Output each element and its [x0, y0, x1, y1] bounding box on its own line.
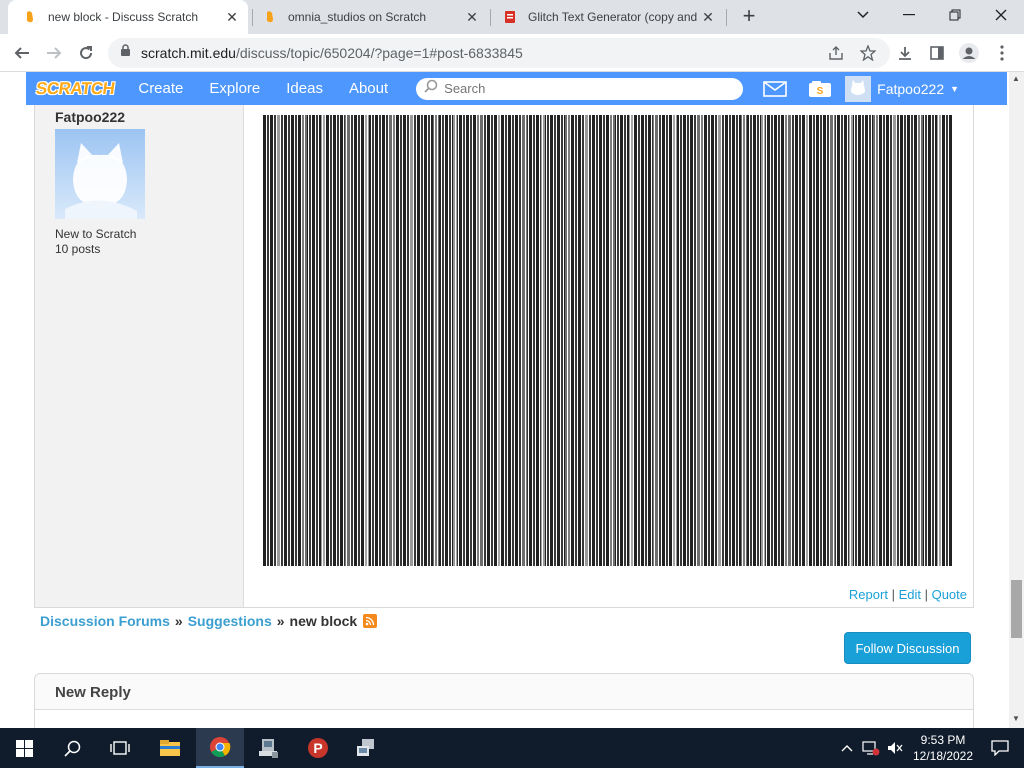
side-panel-icon[interactable]: [925, 41, 949, 65]
reply-editor-area[interactable]: [35, 709, 973, 728]
document-favicon-icon: [502, 9, 518, 25]
restore-button[interactable]: [932, 0, 978, 30]
chrome-icon[interactable]: [196, 728, 244, 768]
tab-search-chevron-icon[interactable]: [840, 0, 886, 30]
tab-close-icon[interactable]: ✕: [224, 9, 240, 26]
user-avatar: [845, 75, 872, 102]
nav-about[interactable]: About: [345, 80, 392, 97]
search-icon[interactable]: [48, 728, 96, 768]
browser-tab-bar: new block - Discuss Scratch ✕ omnia_stud…: [0, 0, 1024, 34]
search-box[interactable]: [416, 77, 744, 100]
messages-envelope-icon[interactable]: [763, 80, 787, 97]
breadcrumb-forums[interactable]: Discussion Forums: [40, 613, 170, 629]
tab-label: Glitch Text Generator (copy and p: [528, 10, 700, 24]
user-dropdown-caret-icon: ▼: [950, 83, 960, 94]
profile-avatar-icon[interactable]: [957, 41, 981, 65]
glitch-text-content: [263, 115, 953, 566]
browser-toolbar: scratch.mit.edu/discuss/topic/650204/?pa…: [0, 34, 1024, 72]
search-input[interactable]: [444, 81, 715, 96]
windows-taskbar: P 9:53 PM 12/18/2022: [0, 728, 1024, 768]
breadcrumb-separator: »: [174, 613, 183, 629]
page-scrollbar[interactable]: ▲ ▼: [1009, 72, 1024, 728]
svg-text:S: S: [817, 86, 824, 97]
quote-link[interactable]: Quote: [932, 587, 967, 602]
breadcrumb-suggestions[interactable]: Suggestions: [188, 613, 272, 629]
tab-close-icon[interactable]: ✕: [464, 9, 480, 26]
new-reply-box: New Reply: [34, 673, 974, 728]
nav-ideas[interactable]: Ideas: [282, 80, 327, 97]
minimize-button[interactable]: [886, 0, 932, 30]
bookmark-star-icon[interactable]: [859, 44, 877, 66]
breadcrumb-topic: new block: [289, 613, 358, 629]
forum-post: Fatpoo222 New to Scratch 10 posts Report…: [34, 105, 974, 608]
post-actions: Report | Edit | Quote: [848, 587, 967, 602]
notifications-icon[interactable]: [976, 728, 1024, 768]
system-clock[interactable]: 9:53 PM 12/18/2022: [908, 732, 978, 764]
url-text: scratch.mit.edu/discuss/topic/650204/?pa…: [141, 45, 523, 61]
scroll-down-arrow-icon[interactable]: ▼: [1012, 714, 1020, 723]
svg-text:P: P: [313, 740, 322, 756]
post-author-panel: Fatpoo222 New to Scratch 10 posts: [35, 105, 244, 607]
address-bar[interactable]: scratch.mit.edu/discuss/topic/650204/?pa…: [108, 38, 890, 68]
post-author-avatar[interactable]: [55, 129, 145, 219]
rss-icon[interactable]: [363, 614, 378, 628]
reload-icon[interactable]: [74, 41, 98, 65]
tab-new-block[interactable]: new block - Discuss Scratch ✕: [8, 0, 248, 34]
tab-separator: [252, 9, 253, 26]
my-stuff-folder-icon[interactable]: S: [807, 80, 833, 98]
new-tab-button[interactable]: +: [738, 5, 760, 28]
scratch-navbar: SCRATCH Create Explore Ideas About S Fat…: [26, 72, 1007, 105]
tab-label: new block - Discuss Scratch: [48, 10, 199, 24]
remote-app-icon[interactable]: [342, 728, 390, 768]
forward-arrow-icon[interactable]: [42, 41, 66, 65]
scroll-up-arrow-icon[interactable]: ▲: [1012, 74, 1020, 83]
clock-time: 9:53 PM: [920, 733, 966, 747]
breadcrumb-separator: »: [276, 613, 285, 629]
post-author-name[interactable]: Fatpoo222: [55, 109, 125, 125]
download-icon[interactable]: [893, 41, 917, 65]
edit-link[interactable]: Edit: [899, 587, 921, 602]
tab-separator: [726, 9, 727, 26]
new-reply-title: New Reply: [55, 684, 131, 701]
volume-muted-icon[interactable]: [883, 728, 907, 768]
tab-glitch-text[interactable]: Glitch Text Generator (copy and p ✕: [496, 0, 724, 34]
nav-create[interactable]: Create: [134, 80, 187, 97]
url-domain: scratch.mit.edu: [141, 45, 236, 61]
author-post-count: 10 posts: [55, 242, 101, 256]
back-arrow-icon[interactable]: [10, 41, 34, 65]
scratch-favicon-icon: [262, 9, 278, 25]
author-rank-label: New to Scratch: [55, 227, 137, 241]
lock-icon[interactable]: [120, 44, 131, 62]
scrollbar-thumb[interactable]: [1011, 580, 1022, 638]
post-author-rank: New to Scratch 10 posts: [55, 227, 136, 257]
breadcrumb: Discussion Forums » Suggestions » new bl…: [40, 613, 378, 629]
follow-discussion-button[interactable]: Follow Discussion: [844, 632, 971, 664]
show-hidden-icons-chevron-icon[interactable]: [835, 728, 859, 768]
tab-close-icon[interactable]: ✕: [700, 9, 716, 26]
windows-start-icon[interactable]: [0, 728, 48, 768]
scratch-favicon-icon: [22, 9, 38, 25]
user-menu[interactable]: Fatpoo222 ▼: [845, 75, 960, 102]
clock-date: 12/18/2022: [912, 749, 974, 763]
task-view-icon[interactable]: [96, 728, 144, 768]
tab-label: omnia_studios on Scratch: [288, 10, 427, 24]
network-computer-icon[interactable]: [244, 728, 292, 768]
nav-username: Fatpoo222: [877, 80, 945, 97]
page-content: Fatpoo222 New to Scratch 10 posts Report…: [0, 105, 1009, 728]
tab-separator: [490, 9, 491, 26]
network-status-icon[interactable]: [859, 728, 883, 768]
kebab-menu-icon[interactable]: [990, 41, 1014, 65]
nav-explore[interactable]: Explore: [205, 80, 264, 97]
psiphon-app-icon[interactable]: P: [294, 728, 342, 768]
file-explorer-icon[interactable]: [146, 728, 194, 768]
url-path: /discuss/topic/650204/?page=1#post-68338…: [235, 45, 523, 61]
tab-omnia-studios[interactable]: omnia_studios on Scratch ✕: [256, 0, 488, 34]
share-icon[interactable]: [828, 45, 844, 66]
close-window-button[interactable]: [978, 0, 1024, 30]
search-icon: [424, 79, 438, 98]
report-link[interactable]: Report: [849, 587, 888, 602]
scratch-logo[interactable]: SCRATCH: [35, 79, 116, 99]
